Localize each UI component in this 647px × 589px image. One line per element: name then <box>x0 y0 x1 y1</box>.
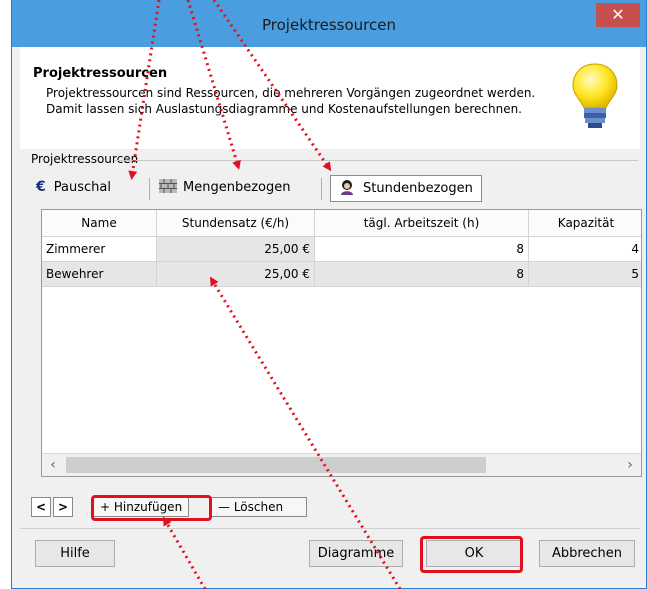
header-title: Projektressourcen <box>33 66 168 81</box>
diagrams-button[interactable]: Diagramme <box>309 540 403 567</box>
cancel-button[interactable]: Abbrechen <box>539 540 635 567</box>
tab-label: Pauschal <box>53 180 111 195</box>
previous-button[interactable]: < <box>31 497 51 517</box>
light-bulb-icon <box>572 63 618 128</box>
tab-label: Stundenbezogen <box>363 181 473 196</box>
group-label: Projektressourcen <box>31 152 139 166</box>
tab-stundenbezogen[interactable]: Stundenbezogen <box>330 175 482 202</box>
euro-icon: € <box>36 179 46 195</box>
tab-pauschal[interactable]: € Pauschal <box>36 175 111 200</box>
worker-icon <box>341 180 353 195</box>
cell-capacity[interactable]: 5 <box>529 262 641 287</box>
cell-hours[interactable]: 8 <box>315 237 529 262</box>
next-button[interactable]: > <box>53 497 73 517</box>
title-bar[interactable]: Projektressourcen ✕ <box>12 0 646 47</box>
cell-name[interactable]: Zimmerer <box>42 237 157 262</box>
brick-wall-icon <box>159 179 177 193</box>
scroll-left-icon[interactable]: ‹ <box>42 454 64 476</box>
ok-button[interactable]: OK <box>426 540 522 567</box>
dialog-window: Projektressourcen ✕ Projektressourcen Pr… <box>11 0 647 589</box>
tab-separator <box>321 178 322 200</box>
cell-rate[interactable]: 25,00 € <box>157 262 315 287</box>
header-description: Projektressourcen sind Ressourcen, die m… <box>46 86 536 116</box>
resources-table: Name Stundensatz (€/h) tägl. Arbeitszeit… <box>41 209 642 477</box>
table-row[interactable]: Zimmerer 25,00 € 8 4 <box>42 237 641 262</box>
column-header-rate[interactable]: Stundensatz (€/h) <box>157 210 315 236</box>
footer-divider <box>20 528 640 529</box>
tab-separator <box>149 178 150 200</box>
cell-hours[interactable]: 8 <box>315 262 529 287</box>
tab-mengenbezogen[interactable]: Mengenbezogen <box>159 175 290 200</box>
horizontal-scrollbar[interactable]: ‹ › <box>42 453 641 476</box>
scroll-right-icon[interactable]: › <box>619 454 641 476</box>
scroll-thumb[interactable] <box>66 457 486 473</box>
help-button[interactable]: Hilfe <box>35 540 115 567</box>
cell-name[interactable]: Bewehrer <box>42 262 157 287</box>
table-header: Name Stundensatz (€/h) tägl. Arbeitszeit… <box>42 210 641 237</box>
info-header: Projektressourcen Projektressourcen sind… <box>20 47 640 149</box>
column-header-hours[interactable]: tägl. Arbeitszeit (h) <box>315 210 529 236</box>
table-row[interactable]: Bewehrer 25,00 € 8 5 <box>42 262 641 287</box>
group-divider <box>114 160 638 161</box>
cell-rate[interactable]: 25,00 € <box>157 237 315 262</box>
delete-button[interactable]: — Löschen <box>211 497 307 517</box>
close-button[interactable]: ✕ <box>596 3 640 27</box>
column-header-name[interactable]: Name <box>42 210 157 236</box>
window-title: Projektressourcen <box>262 16 396 34</box>
tab-label: Mengenbezogen <box>183 180 291 195</box>
add-button[interactable]: + Hinzufügen <box>93 497 190 517</box>
column-header-capacity[interactable]: Kapazität <box>529 210 641 236</box>
cell-capacity[interactable]: 4 <box>529 237 641 262</box>
